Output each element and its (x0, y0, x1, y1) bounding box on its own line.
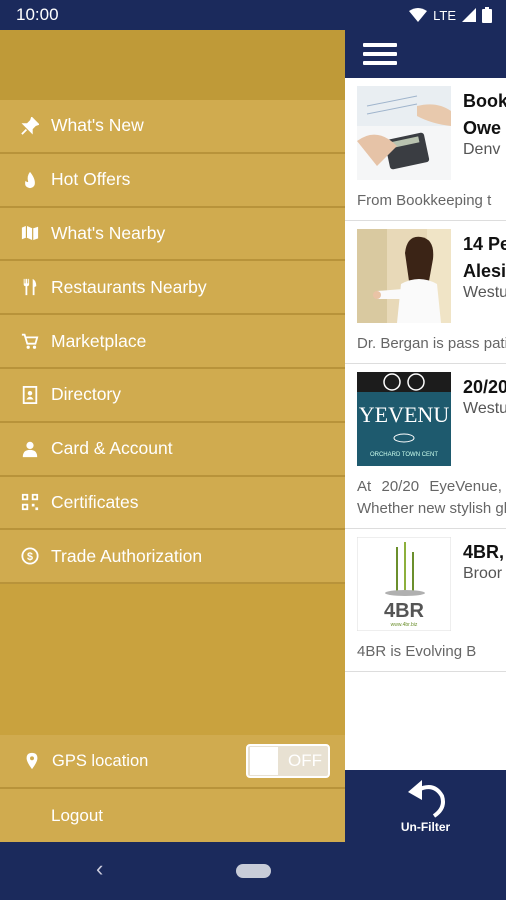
menu-item-label: Trade Authorization (51, 545, 203, 566)
menu-item-label: Card & Account (51, 438, 173, 459)
flame-icon (20, 170, 40, 190)
utensils-icon (20, 277, 40, 297)
listing-card[interactable]: Book Owe Denv From Bookkeeping t (345, 78, 506, 221)
menu-item-certificates[interactable]: Certificates (0, 476, 345, 531)
qr-icon (20, 492, 40, 512)
listing-title: 14 Pe (463, 234, 506, 254)
unfilter-label: Un-Filter (400, 820, 451, 834)
dollar-circle-icon: $ (20, 546, 40, 566)
listing-description: From Bookkeeping t (357, 192, 492, 209)
drawer-header (0, 30, 345, 100)
network-label: LTE (433, 7, 456, 23)
listing-title-line2: Owe (463, 118, 502, 138)
menu-item-label: Hot Offers (51, 169, 131, 190)
listings-panel: Book Owe Denv From Bookkeeping t 14 Pe A… (345, 30, 506, 842)
status-time: 10:00 (16, 5, 59, 24)
listing-description: Dr. Bergan is pass patients. Her philos (357, 335, 506, 352)
toggle-knob (250, 747, 278, 775)
menu-item-label: Certificates (51, 491, 139, 512)
menu-item-card-account[interactable]: Card & Account (0, 422, 345, 477)
person-icon (20, 439, 40, 459)
back-icon[interactable]: ‹ (96, 856, 103, 882)
menu-item-label: Restaurants Nearby (51, 276, 207, 297)
listing-card[interactable]: 4BR www.4br.biz 4BR, Broor 4BR is Evolvi… (345, 529, 506, 672)
listing-location: Broor (463, 565, 503, 582)
listing-location: Westu (463, 284, 506, 301)
battery-icon (482, 7, 492, 23)
menu-item-directory[interactable]: Directory (0, 368, 345, 423)
unfilter-button[interactable]: Un-Filter (345, 770, 506, 842)
listing-location: Westu (463, 400, 506, 417)
logout-label: Logout (51, 805, 103, 825)
fourbr-logo-subtext: www.4br.biz (391, 622, 418, 628)
menu-item-label: Directory (51, 384, 122, 405)
navigation-drawer: What's New Hot Offers What's Nearby Rest… (0, 30, 345, 842)
menu-item-label: What's New (51, 115, 144, 136)
map-icon (20, 223, 40, 243)
listing-location: Denv (463, 141, 501, 158)
listing-title: 4BR, (463, 542, 505, 562)
eyevenue-logo-subtext: ORCHARD TOWN CENT (370, 452, 438, 458)
doctor-photo (357, 229, 451, 323)
hamburger-menu-icon[interactable] (363, 43, 397, 65)
listing-list: Book Owe Denv From Bookkeeping t 14 Pe A… (345, 78, 506, 672)
listing-card[interactable]: 14 Pe Alesi Westu Dr. Bergan is pass pat… (345, 221, 506, 364)
gps-location-label: GPS location (52, 751, 149, 770)
menu-item-hot-offers[interactable]: Hot Offers (0, 153, 345, 208)
listing-title: Book (463, 91, 506, 111)
fourbr-logo: 4BR www.4br.biz (357, 537, 451, 631)
home-pill[interactable] (236, 864, 271, 878)
logout-button[interactable]: Logout (0, 789, 345, 842)
eyevenue-logo: YEVENU ORCHARD TOWN CENT (357, 372, 451, 466)
gps-toggle[interactable]: OFF (246, 744, 330, 778)
wifi-icon (409, 8, 428, 22)
eyevenue-logo-text: YEVENU (359, 402, 450, 427)
directory-icon (20, 385, 40, 405)
drawer-footer: GPS location OFF Logout (0, 735, 345, 842)
listing-description: 4BR is Evolving B (357, 643, 477, 660)
listing-title: 20/20 (463, 377, 506, 397)
menu-item-whats-new[interactable]: What's New (0, 100, 345, 154)
menu-item-trade-authorization[interactable]: $ Trade Authorization (0, 530, 345, 585)
location-pin-icon (22, 751, 42, 771)
toggle-state: OFF (288, 751, 322, 770)
undo-icon (407, 780, 445, 818)
menu-item-label: What's Nearby (51, 222, 166, 243)
menu-item-marketplace[interactable]: Marketplace (0, 315, 345, 369)
signal-icon (462, 8, 476, 22)
listing-card[interactable]: YEVENU ORCHARD TOWN CENT 20/20 Westu At … (345, 364, 506, 529)
svg-text:$: $ (27, 551, 33, 563)
gps-location-row: GPS location OFF (0, 735, 345, 789)
menu-item-label: Marketplace (51, 330, 147, 351)
calculator-photo (357, 86, 451, 180)
listing-description: At 20/20 EyeVenue, with the best possib … (357, 478, 506, 517)
status-icons: LTE (409, 7, 492, 23)
menu-item-whats-nearby[interactable]: What's Nearby (0, 207, 345, 262)
fourbr-logo-text: 4BR (384, 600, 425, 622)
list-header (345, 30, 506, 78)
listing-title-line2: Alesi (463, 261, 506, 281)
pin-icon (20, 116, 40, 136)
cart-icon (20, 331, 40, 351)
system-navigation-bar: ‹ (0, 842, 506, 900)
status-bar: 10:00 LTE (0, 0, 506, 30)
menu-item-restaurants-nearby[interactable]: Restaurants Nearby (0, 261, 345, 316)
